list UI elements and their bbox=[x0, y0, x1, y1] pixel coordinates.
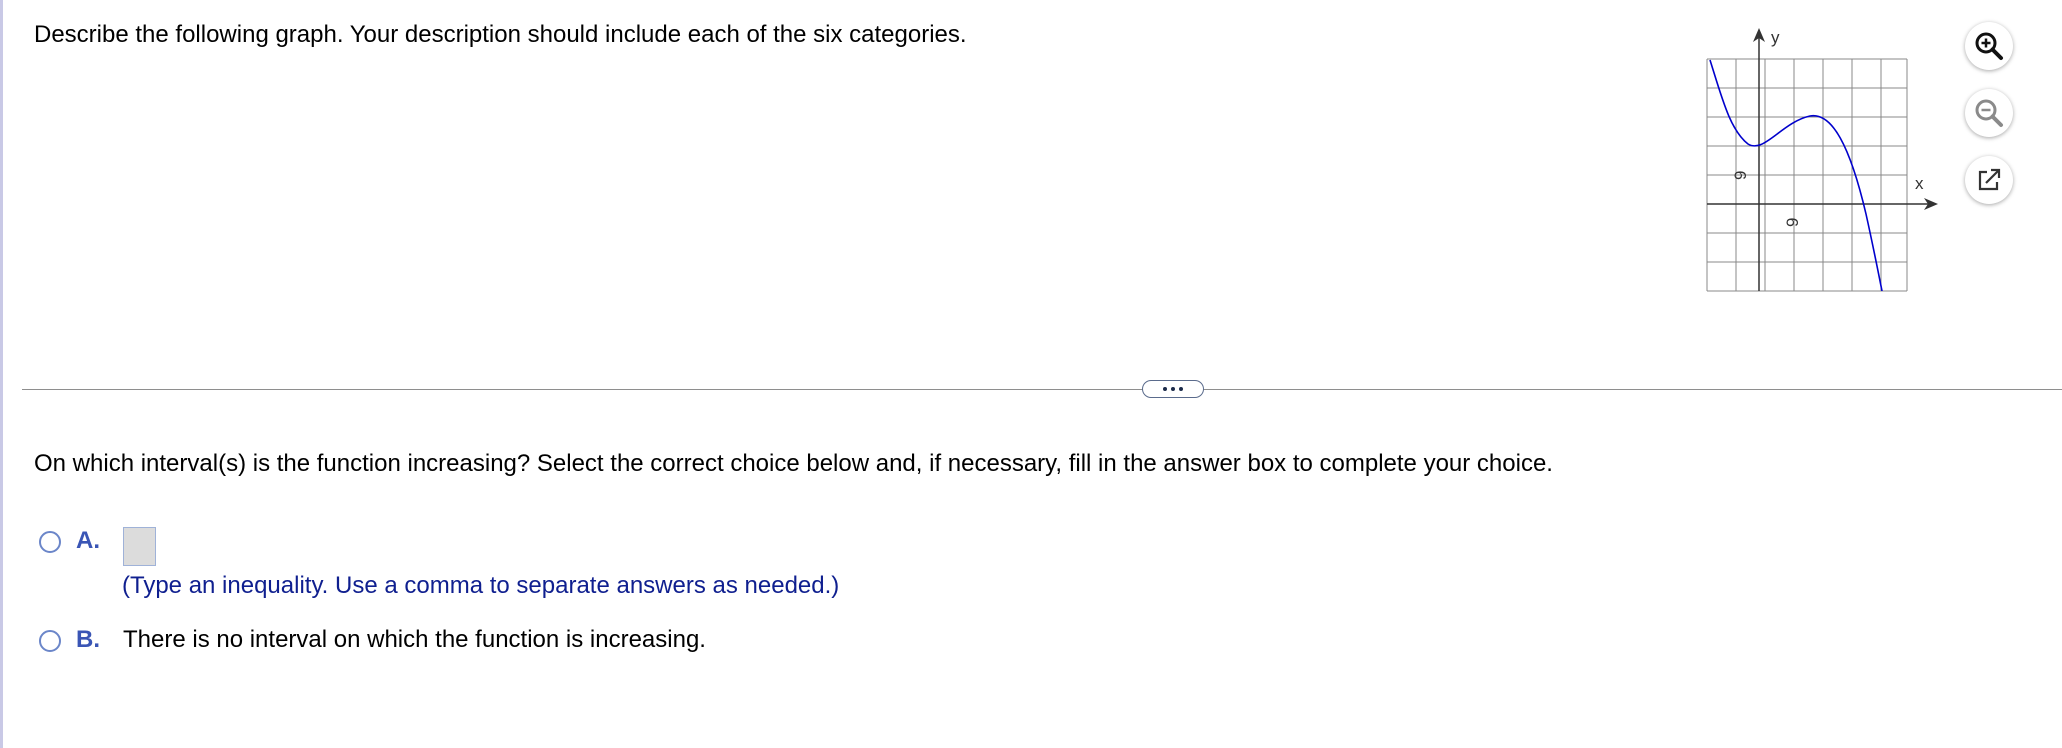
zoom-out-icon bbox=[1975, 99, 2003, 127]
popout-button[interactable] bbox=[1965, 156, 2013, 204]
choice-a-hint: (Type an inequality. Use a comma to sepa… bbox=[122, 572, 840, 599]
function-graph: y x 9 9 bbox=[1690, 18, 1944, 300]
section-divider bbox=[22, 389, 2062, 390]
choice-a-radio[interactable] bbox=[39, 531, 61, 553]
x-axis-label: x bbox=[1915, 174, 1924, 193]
y-tick-label: 9 bbox=[1731, 171, 1750, 180]
graph-svg: y x 9 9 bbox=[1706, 28, 1938, 292]
left-border bbox=[0, 0, 3, 748]
question-text: On which interval(s) is the function inc… bbox=[34, 450, 1553, 477]
zoom-out-button[interactable] bbox=[1965, 89, 2013, 137]
y-axis-label: y bbox=[1771, 28, 1780, 47]
prompt-text: Describe the following graph. Your descr… bbox=[34, 21, 967, 48]
ellipsis-dot bbox=[1171, 387, 1175, 391]
x-tick-label: 9 bbox=[1783, 218, 1802, 227]
divider-expand-handle[interactable] bbox=[1142, 380, 1204, 398]
ellipsis-dot bbox=[1163, 387, 1167, 391]
choice-a-letter: A. bbox=[76, 527, 100, 554]
ellipsis-dot bbox=[1179, 387, 1183, 391]
choice-b-letter: B. bbox=[76, 626, 100, 653]
choice-b-radio[interactable] bbox=[39, 630, 61, 652]
choice-a-answer-box[interactable] bbox=[123, 527, 156, 566]
zoom-in-button[interactable] bbox=[1965, 22, 2013, 70]
choice-b-text: There is no interval on which the functi… bbox=[123, 626, 706, 653]
zoom-in-icon bbox=[1975, 32, 2003, 60]
popout-icon bbox=[1978, 168, 2001, 191]
